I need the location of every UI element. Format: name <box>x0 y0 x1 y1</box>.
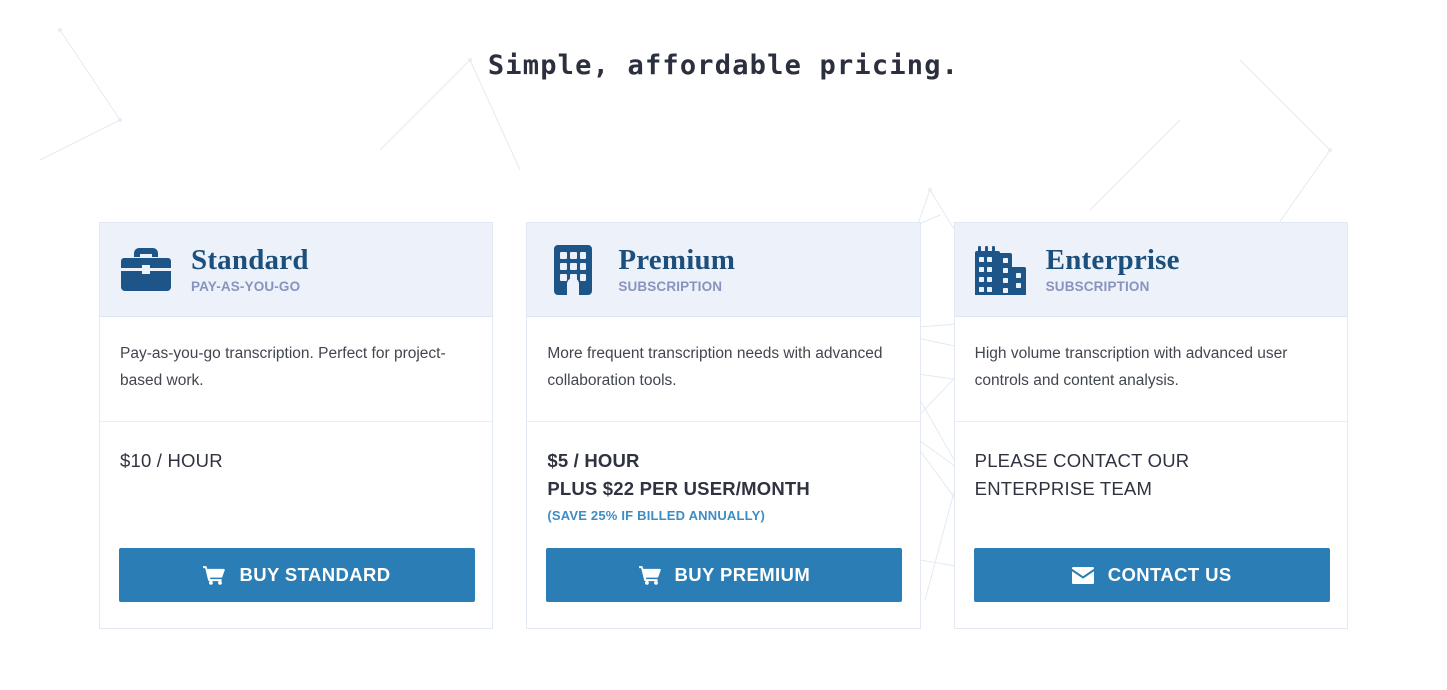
plan-name: Enterprise <box>1045 243 1180 276</box>
pricing-cards-container: Standard PAY-AS-YOU-GO Pay-as-you-go tra… <box>99 222 1348 629</box>
price-line-secondary: PLUS $22 PER USER/MONTH <box>547 477 810 499</box>
plan-description: Pay-as-you-go transcription. Perfect for… <box>100 317 493 422</box>
contact-us-button[interactable]: CONTACT US <box>973 548 1330 602</box>
card-header-enterprise: Enterprise SUBSCRIPTION <box>954 223 1347 317</box>
plan-name: Premium <box>618 243 736 276</box>
briefcase-icon <box>120 244 172 296</box>
envelope-icon <box>1071 566 1094 584</box>
plan-kicker: SUBSCRIPTION <box>1045 279 1150 295</box>
pricing-card-standard: Standard PAY-AS-YOU-GO Pay-as-you-go tra… <box>99 222 494 629</box>
price-line: PLEASE CONTACT OUR ENTERPRISE TEAM <box>974 450 1190 499</box>
card-header-premium: Premium SUBSCRIPTION <box>527 223 920 317</box>
card-header-standard: Standard PAY-AS-YOU-GO <box>100 223 493 317</box>
card-header-text-standard: Standard PAY-AS-YOU-GO <box>191 243 309 295</box>
shopping-cart-icon <box>638 565 661 585</box>
plan-pricing-standard: $10 / HOUR BUY STANDARD <box>100 422 492 628</box>
buy-premium-button[interactable]: BUY PREMIUM <box>546 548 903 602</box>
plan-description: High volume transcription with advanced … <box>954 317 1347 422</box>
price-line: $5 / HOUR <box>547 450 640 471</box>
cta-label: BUY STANDARD <box>239 564 391 585</box>
plan-pricing-enterprise: PLEASE CONTACT OUR ENTERPRISE TEAM CONTA… <box>955 422 1347 628</box>
price-savings-note: (SAVE 25% IF BILLED ANNUALLY) <box>547 507 766 523</box>
city-icon <box>974 244 1027 296</box>
buy-standard-button[interactable]: BUY STANDARD <box>119 548 475 602</box>
plan-description: More frequent transcription needs with a… <box>527 317 920 422</box>
card-header-text-enterprise: Enterprise SUBSCRIPTION <box>1045 243 1180 295</box>
cta-label: CONTACT US <box>1107 564 1232 585</box>
cta-label: BUY PREMIUM <box>674 564 811 585</box>
plan-kicker: PAY-AS-YOU-GO <box>191 279 301 295</box>
pricing-card-premium: Premium SUBSCRIPTION More frequent trans… <box>526 222 921 629</box>
pricing-card-enterprise: Enterprise SUBSCRIPTION High volume tran… <box>953 222 1348 629</box>
building-icon <box>547 244 599 296</box>
plan-kicker: SUBSCRIPTION <box>618 279 723 295</box>
plan-pricing-premium: $5 / HOUR PLUS $22 PER USER/MONTH (SAVE … <box>527 422 919 628</box>
card-header-text-premium: Premium SUBSCRIPTION <box>618 243 736 295</box>
page-title: Simple, affordable pricing. <box>487 50 960 81</box>
plan-name: Standard <box>191 243 309 276</box>
shopping-cart-icon <box>203 565 226 585</box>
price-line: $10 / HOUR <box>120 450 223 471</box>
